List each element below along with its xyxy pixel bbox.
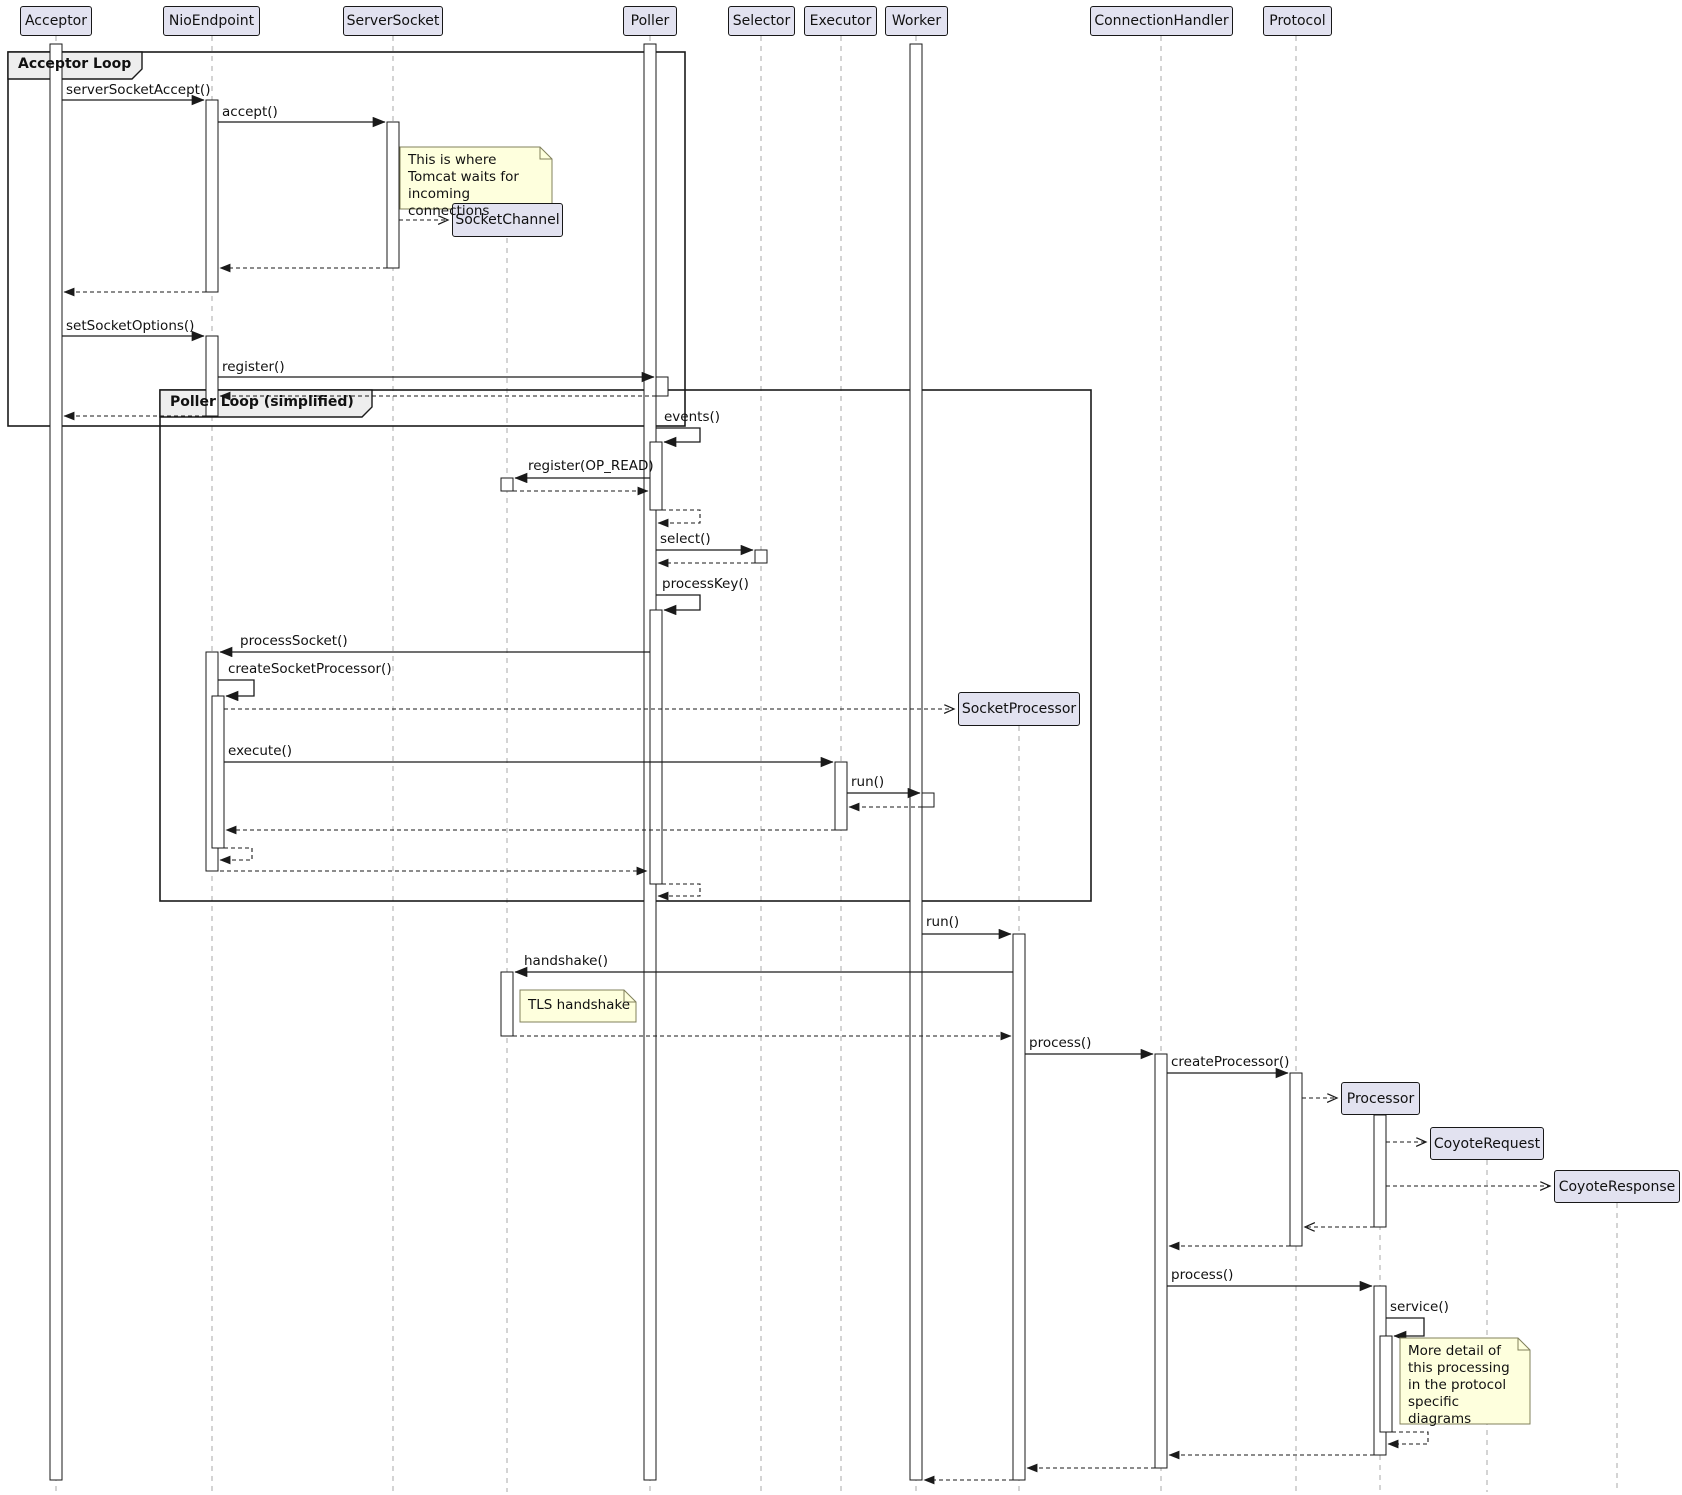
nioendpoint-activation-accept — [206, 100, 218, 292]
label-processkey: processKey() — [662, 576, 749, 592]
label-handshake: handshake() — [524, 953, 608, 969]
participant-serversocket: ServerSocket — [343, 6, 443, 36]
socketprocessor-activation — [1013, 934, 1025, 1480]
label-register: register() — [222, 359, 285, 375]
arrow-self-return-processor — [1388, 1432, 1428, 1444]
label-setsocketoptions: setSocketOptions() — [66, 318, 194, 334]
label-createprocessor: createProcessor() — [1171, 1054, 1289, 1070]
socketchannel-activation-handshake — [501, 972, 513, 1036]
participant-poller-label: Poller — [631, 13, 670, 29]
participant-poller: Poller — [623, 6, 677, 36]
sequence-diagram: Acceptor NioEndpoint ServerSocket Poller… — [0, 0, 1682, 1495]
participant-selector-label: Selector — [733, 13, 791, 29]
participant-acceptor-label: Acceptor — [25, 13, 87, 29]
participant-protocol: Protocol — [1263, 6, 1332, 36]
poller-loop-frame-label: Poller Loop (simplified) — [170, 394, 354, 410]
arrow-self-return-nioendpoint — [220, 848, 252, 860]
label-service: service() — [1390, 1299, 1449, 1315]
participant-selector: Selector — [728, 6, 795, 36]
processor-activation-service — [1380, 1336, 1392, 1432]
label-execute: execute() — [228, 743, 292, 759]
label-register-opread: register(OP_READ) — [528, 458, 654, 474]
note-shapes — [400, 147, 1530, 1424]
participant-executor: Executor — [804, 6, 877, 36]
participant-acceptor: Acceptor — [20, 6, 92, 36]
worker-activation-run — [922, 793, 934, 807]
label-run-worker: run() — [926, 914, 959, 930]
poller-activation-register — [656, 377, 668, 396]
protocol-activation — [1290, 1073, 1302, 1246]
arrow-processkey-self — [656, 595, 700, 610]
connectionhandler-activation — [1155, 1054, 1167, 1468]
poller-activation-events — [650, 442, 662, 510]
arrow-createsocketprocessor-self — [218, 680, 254, 696]
participant-nioendpoint: NioEndpoint — [163, 6, 260, 36]
acceptor-loop-frame — [8, 52, 685, 426]
participant-serversocket-label: ServerSocket — [347, 13, 440, 29]
participant-processor: Processor — [1341, 1082, 1420, 1115]
participant-processor-label: Processor — [1347, 1091, 1414, 1107]
participant-protocol-label: Protocol — [1269, 13, 1325, 29]
selector-activation — [755, 550, 767, 563]
participant-socketprocessor-label: SocketProcessor — [962, 701, 1076, 717]
note-tomcat-waits: This is where Tomcat waits for incoming … — [408, 152, 546, 220]
poller-activation-processkey — [650, 610, 662, 884]
serversocket-activation — [387, 122, 399, 268]
participant-executor-label: Executor — [810, 13, 872, 29]
arrow-self-return-poller-events — [658, 510, 700, 523]
participant-worker: Worker — [885, 6, 948, 36]
arrow-service-self — [1386, 1318, 1424, 1336]
participant-connectionhandler: ConnectionHandler — [1090, 6, 1233, 36]
label-select: select() — [660, 531, 711, 547]
note-tls-handshake: TLS handshake — [528, 997, 632, 1014]
acceptor-loop-frame-label: Acceptor Loop — [18, 56, 131, 72]
label-process-connectionhandler: process() — [1029, 1035, 1091, 1051]
nioendpoint-activation-createsocketprocessor — [212, 696, 224, 848]
participant-socketprocessor: SocketProcessor — [958, 692, 1080, 726]
arrow-events-self — [656, 428, 700, 442]
processor-activation-create — [1374, 1115, 1386, 1227]
participant-worker-label: Worker — [892, 13, 941, 29]
label-processsocket: processSocket() — [240, 633, 348, 649]
socketchannel-activation-register — [501, 478, 513, 491]
label-serversocketaccept: serverSocketAccept() — [66, 82, 210, 98]
participant-coyoteresponse: CoyoteResponse — [1554, 1170, 1680, 1203]
note-more-detail: More detail of this processing in the pr… — [1408, 1343, 1524, 1428]
arrow-self-return-poller-processkey — [658, 884, 700, 896]
worker-activation — [910, 44, 922, 1480]
participant-coyoteresponse-label: CoyoteResponse — [1559, 1179, 1676, 1195]
participant-coyoterequest: CoyoteRequest — [1430, 1127, 1544, 1160]
acceptor-activation — [50, 44, 62, 1480]
label-accept: accept() — [222, 104, 278, 120]
label-events: events() — [664, 409, 720, 425]
participant-coyoterequest-label: CoyoteRequest — [1434, 1136, 1540, 1152]
participant-connectionhandler-label: ConnectionHandler — [1094, 13, 1228, 29]
label-run-executor: run() — [851, 774, 884, 790]
label-process-processor: process() — [1171, 1267, 1233, 1283]
label-createsocketprocessor: createSocketProcessor() — [228, 661, 392, 677]
executor-activation — [835, 762, 847, 830]
participant-nioendpoint-label: NioEndpoint — [169, 13, 254, 29]
message-arrows — [62, 100, 1550, 1480]
